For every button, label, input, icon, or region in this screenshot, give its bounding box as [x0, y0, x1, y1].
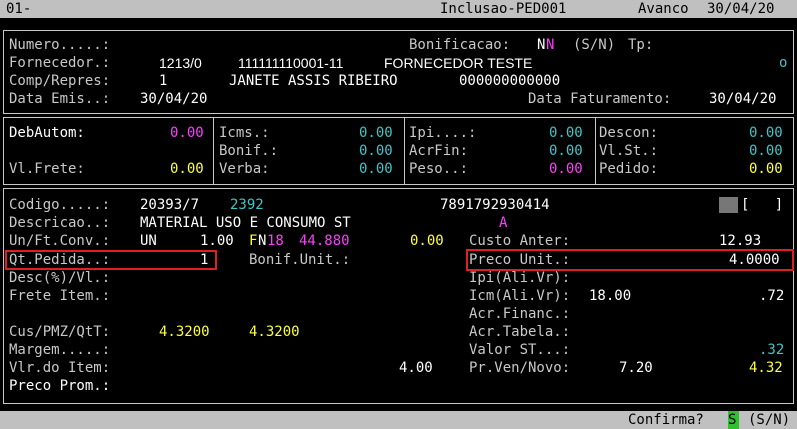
bonificacao-value[interactable]: N	[537, 36, 545, 54]
bonif-unit-label: Bonif.Unit.:	[249, 252, 351, 268]
descon-label: Descon:	[599, 125, 659, 141]
confirm-answer[interactable]: S	[728, 411, 739, 429]
status-bracket: [ ]	[741, 197, 784, 213]
unft-conv: 1.00	[200, 233, 234, 249]
bonificacao-hint: (S/N)	[573, 37, 616, 53]
codigo-ref: 2392	[230, 197, 264, 213]
unft-label: Un/Ft.Conv.:	[9, 233, 111, 249]
acr-financ-label: Acr.Financ.:	[469, 306, 571, 322]
totals-divider-2	[404, 117, 405, 185]
icms-value: 0.00	[359, 125, 393, 141]
status-block	[719, 197, 738, 213]
icm-ali-vr-aliq: 18.00	[589, 288, 632, 304]
debautom-value: 0.00	[170, 125, 204, 141]
qt-pedida-label: Qt.Pedida..:	[9, 252, 111, 268]
fornecedor-doc: 111111110001-11	[238, 55, 344, 71]
mode-label: Avanco	[638, 1, 689, 17]
descricao-value: MATERIAL USO E CONSUMO ST	[140, 215, 351, 231]
acrfin-label: AcrFin:	[409, 143, 469, 159]
ean-code: 7891792930414	[440, 197, 550, 213]
vlfrete-label: Vl.Frete:	[9, 161, 85, 177]
codigo-value: 20393/7	[140, 197, 200, 213]
top-date: 30/04/20	[707, 1, 775, 17]
comp-repres-name: JANETE ASSIS RIBEIRO	[229, 73, 398, 89]
unft-extra: 0.00	[410, 233, 444, 249]
preco-prom-label: Preco Prom.:	[9, 378, 111, 394]
confirm-prompt: Confirma?	[628, 412, 704, 428]
margem-label: Margem.....:	[9, 342, 111, 358]
screen-title: Inclusao-PED001	[440, 1, 567, 17]
desc-label: Desc(%)/Vl.:	[9, 270, 111, 286]
icms-label: Icms.:	[219, 125, 270, 141]
bottom-status-bar: Confirma? S (S/N)	[0, 411, 797, 429]
valor-st-value: .32	[759, 342, 785, 358]
descricao-label: Descricao..:	[9, 215, 111, 231]
debautom-label: DebAutom:	[9, 125, 85, 141]
cus-pmz-label: Cus/PMZ/QtT:	[9, 324, 111, 340]
screen-id: 01-	[6, 1, 32, 17]
cus-pmz-value-2: 4.3200	[249, 324, 300, 340]
verba-label: Verba:	[219, 161, 270, 177]
fornecedor-flag: o	[779, 55, 788, 71]
fornecedor-code: 1213/0	[159, 55, 202, 71]
vlst-label: Vl.St.:	[599, 143, 659, 159]
pedido-label: Pedido:	[599, 161, 659, 177]
pr-ven-novo-label: Pr.Ven/Novo:	[469, 360, 571, 376]
data-emis-label: Data Emis..:	[9, 91, 111, 107]
totals-divider-3	[595, 117, 596, 185]
vlfrete-value: 0.00	[170, 161, 204, 177]
codigo-label: Codigo.....:	[9, 197, 111, 213]
ipi-value: 0.00	[549, 125, 583, 141]
valor-st-label: Valor ST...:	[469, 342, 571, 358]
acr-tabela-label: Acr.Tabela.:	[469, 324, 571, 340]
vlst-value: 0.00	[749, 143, 783, 159]
numero-label: Numero.....:	[9, 37, 111, 53]
unft-unit: UN	[140, 233, 157, 249]
data-faturamento-label: Data Faturamento:	[528, 91, 672, 107]
custo-anter-value: 12.93	[719, 233, 762, 249]
acrfin-value: 0.00	[549, 143, 583, 159]
bonif-value: 0.00	[359, 143, 393, 159]
pr-ven-novo-value-2: 4.32	[749, 360, 783, 376]
icm-ali-vr-value: .72	[759, 288, 785, 304]
data-faturamento-value: 30/04/20	[709, 91, 777, 107]
bonificacao-value-cursor[interactable]: N	[546, 36, 554, 54]
descricao-flag: A	[499, 215, 508, 231]
ipi-ali-vr-label: Ipi(Ali.Vr):	[469, 270, 571, 286]
vlr-item-value: 4.00	[399, 360, 433, 376]
custo-anter-label: Custo Anter:	[469, 233, 571, 249]
header-panel	[3, 30, 794, 114]
bonificacao-label: Bonificacao:	[409, 37, 511, 53]
pedido-value: 0.00	[749, 161, 783, 177]
fornecedor-label: Fornecedor.:	[9, 55, 111, 71]
peso-value: 0.00	[549, 161, 583, 177]
qt-pedida-value[interactable]: 1	[200, 251, 208, 269]
descon-value: 0.00	[749, 125, 783, 141]
verba-value: 0.00	[359, 161, 393, 177]
vlr-item-label: Vlr.do Item:	[9, 360, 111, 376]
cus-pmz-value-1: 4.3200	[159, 324, 210, 340]
confirm-hint: (S/N)	[748, 412, 791, 428]
icm-ali-vr-label: Icm(Ali.Vr):	[469, 288, 571, 304]
ipi-label: Ipi....:	[409, 125, 477, 141]
peso-label: Peso..:	[409, 161, 469, 177]
fn-f: F	[249, 233, 258, 249]
totals-panel	[3, 117, 794, 185]
preco-unit-label: Preco Unit.:	[469, 252, 571, 268]
data-emis-value: 30/04/20	[140, 91, 208, 107]
fn-n: N	[258, 233, 267, 249]
fn-value: 44.880	[299, 233, 350, 249]
pr-ven-novo-value-1: 7.20	[619, 360, 653, 376]
tp-label: Tp:	[628, 37, 654, 53]
top-status-bar: 01- Inclusao-PED001 Avanco 30/04/20	[0, 0, 797, 18]
comp-repres-label: Comp/Repres:	[9, 73, 111, 89]
fornecedor-name: FORNECEDOR TESTE	[384, 55, 533, 71]
comp-repres-phone: 000000000000	[459, 73, 561, 89]
frete-item-label: Frete Item.:	[9, 288, 111, 304]
comp-repres-code: 1	[159, 73, 168, 89]
bonif-label: Bonif.:	[219, 143, 279, 159]
preco-unit-value[interactable]: 4.0000	[729, 251, 780, 269]
fn-code: 18	[267, 233, 284, 249]
totals-divider-1	[213, 117, 214, 185]
